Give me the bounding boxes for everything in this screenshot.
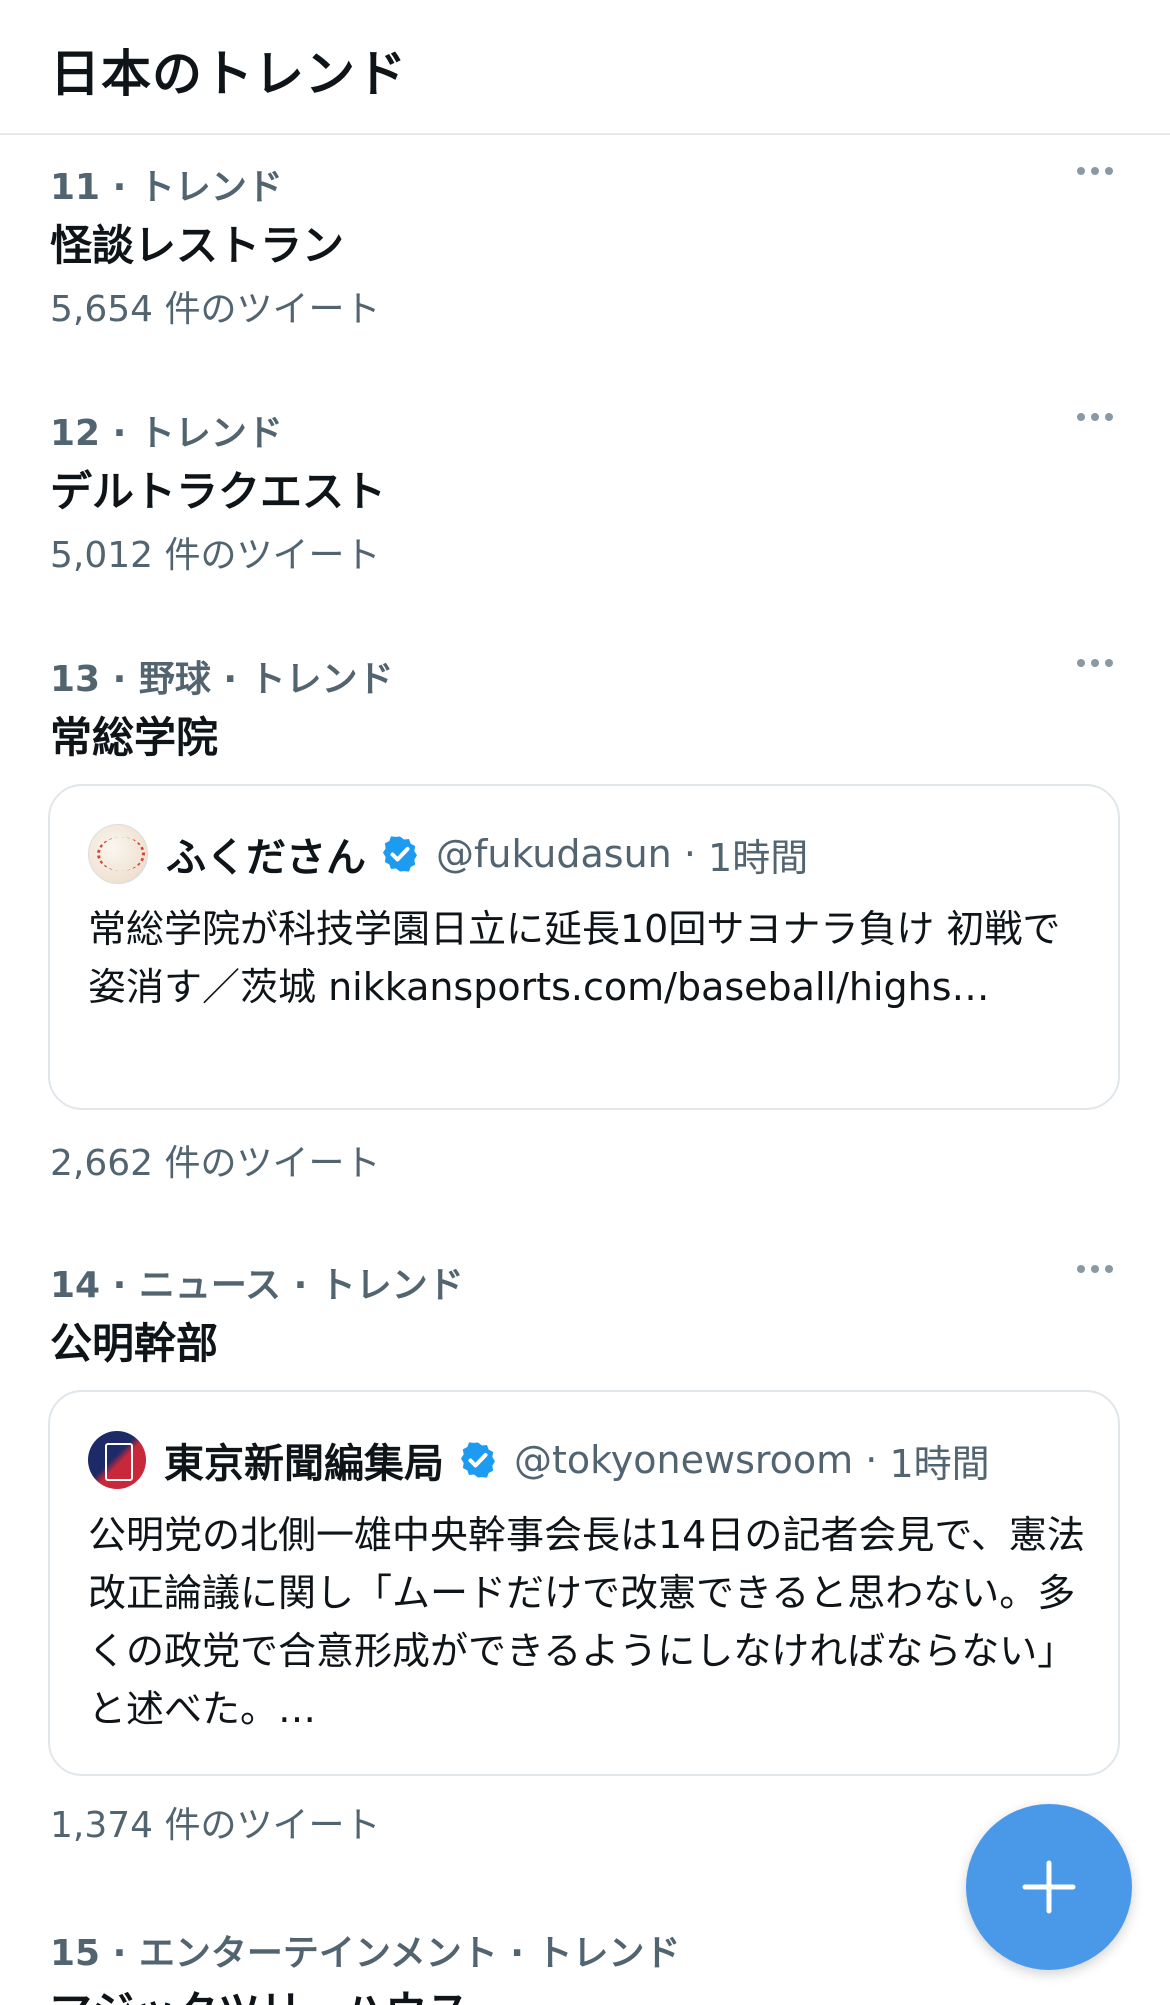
tweet-author[interactable]: ふくださん	[166, 825, 366, 883]
trend-title: 公明幹部	[50, 1319, 219, 1368]
tweet-card[interactable]: 東京新聞編集局 @tokyonewsroom · 1時間 公明党の北側一雄中央幹…	[48, 1390, 1120, 1776]
tweet-count: 2,662 件のツイート	[50, 1143, 381, 1184]
trend-title: 怪談レストラン	[50, 221, 345, 270]
trend-item-14[interactable]: 14 · ニュース · トレンド 公明幹部 東京新聞編集局 @tokyonews…	[0, 1256, 1170, 1846]
tweet-handle[interactable]: @tokyonewsroom	[514, 1438, 853, 1482]
trend-meta: 11 · トレンド	[50, 167, 283, 208]
tweet-header: ふくださん @fukudasun · 1時間	[88, 824, 808, 884]
trend-title: 常総学院	[50, 713, 219, 762]
avatar[interactable]	[88, 1431, 146, 1489]
tweet-handle[interactable]: @fukudasun	[436, 832, 672, 876]
tweet-text: 常総学院が科技学園日立に延長10回サヨナラ負け 初戦で姿消す／茨城 nikkan…	[88, 907, 1061, 1009]
trend-item-13[interactable]: 13 · 野球 · トレンド 常総学院 ふくださん @fukudasun · 1…	[0, 650, 1170, 1190]
tweet-time: 1時間	[889, 1441, 990, 1486]
verified-badge-icon	[461, 1442, 495, 1478]
tweet-count: 5,654 件のツイート	[50, 289, 381, 330]
trend-item-11[interactable]: 11 · トレンド 怪談レストラン 5,654 件のツイート	[0, 158, 1170, 358]
tweet-count: 5,012 件のツイート	[50, 535, 381, 576]
trend-title: マジックツリーハウス	[50, 1978, 469, 2005]
trend-meta: 13 · 野球 · トレンド	[50, 659, 394, 700]
tweet-header: 東京新聞編集局 @tokyonewsroom · 1時間	[88, 1430, 990, 1490]
tweet-time: 1時間	[708, 835, 809, 880]
more-options-icon[interactable]	[1072, 1246, 1118, 1292]
page-title: 日本のトレンド	[50, 45, 407, 103]
avatar[interactable]	[88, 824, 148, 884]
trend-title: デルトラクエスト	[50, 467, 387, 516]
more-options-icon[interactable]	[1072, 148, 1118, 194]
header: 日本のトレンド	[0, 0, 1170, 135]
compose-tweet-button[interactable]	[966, 1804, 1132, 1970]
more-options-icon[interactable]	[1072, 394, 1118, 440]
trend-item-12[interactable]: 12 · トレンド デルトラクエスト 5,012 件のツイート	[0, 404, 1170, 604]
separator-dot: ·	[671, 832, 709, 876]
trend-meta: 15 · エンターテインメント · トレンド	[50, 1933, 681, 1974]
plus-icon	[1022, 1860, 1076, 1914]
trend-meta: 14 · ニュース · トレンド	[50, 1265, 464, 1306]
verified-badge-icon	[383, 836, 417, 872]
separator-dot: ·	[853, 1438, 890, 1482]
tweet-author[interactable]: 東京新聞編集局	[164, 1431, 444, 1489]
trend-meta: 12 · トレンド	[50, 413, 283, 454]
tweet-card[interactable]: ふくださん @fukudasun · 1時間 常総学院が科技学園日立に延長10回…	[48, 784, 1120, 1110]
tweet-count: 1,374 件のツイート	[50, 1805, 381, 1846]
tweet-text: 公明党の北側一雄中央幹事会長は14日の記者会見で、憲法改正論議に関し「ムードだけ…	[88, 1513, 1085, 1731]
more-options-icon[interactable]	[1072, 640, 1118, 686]
